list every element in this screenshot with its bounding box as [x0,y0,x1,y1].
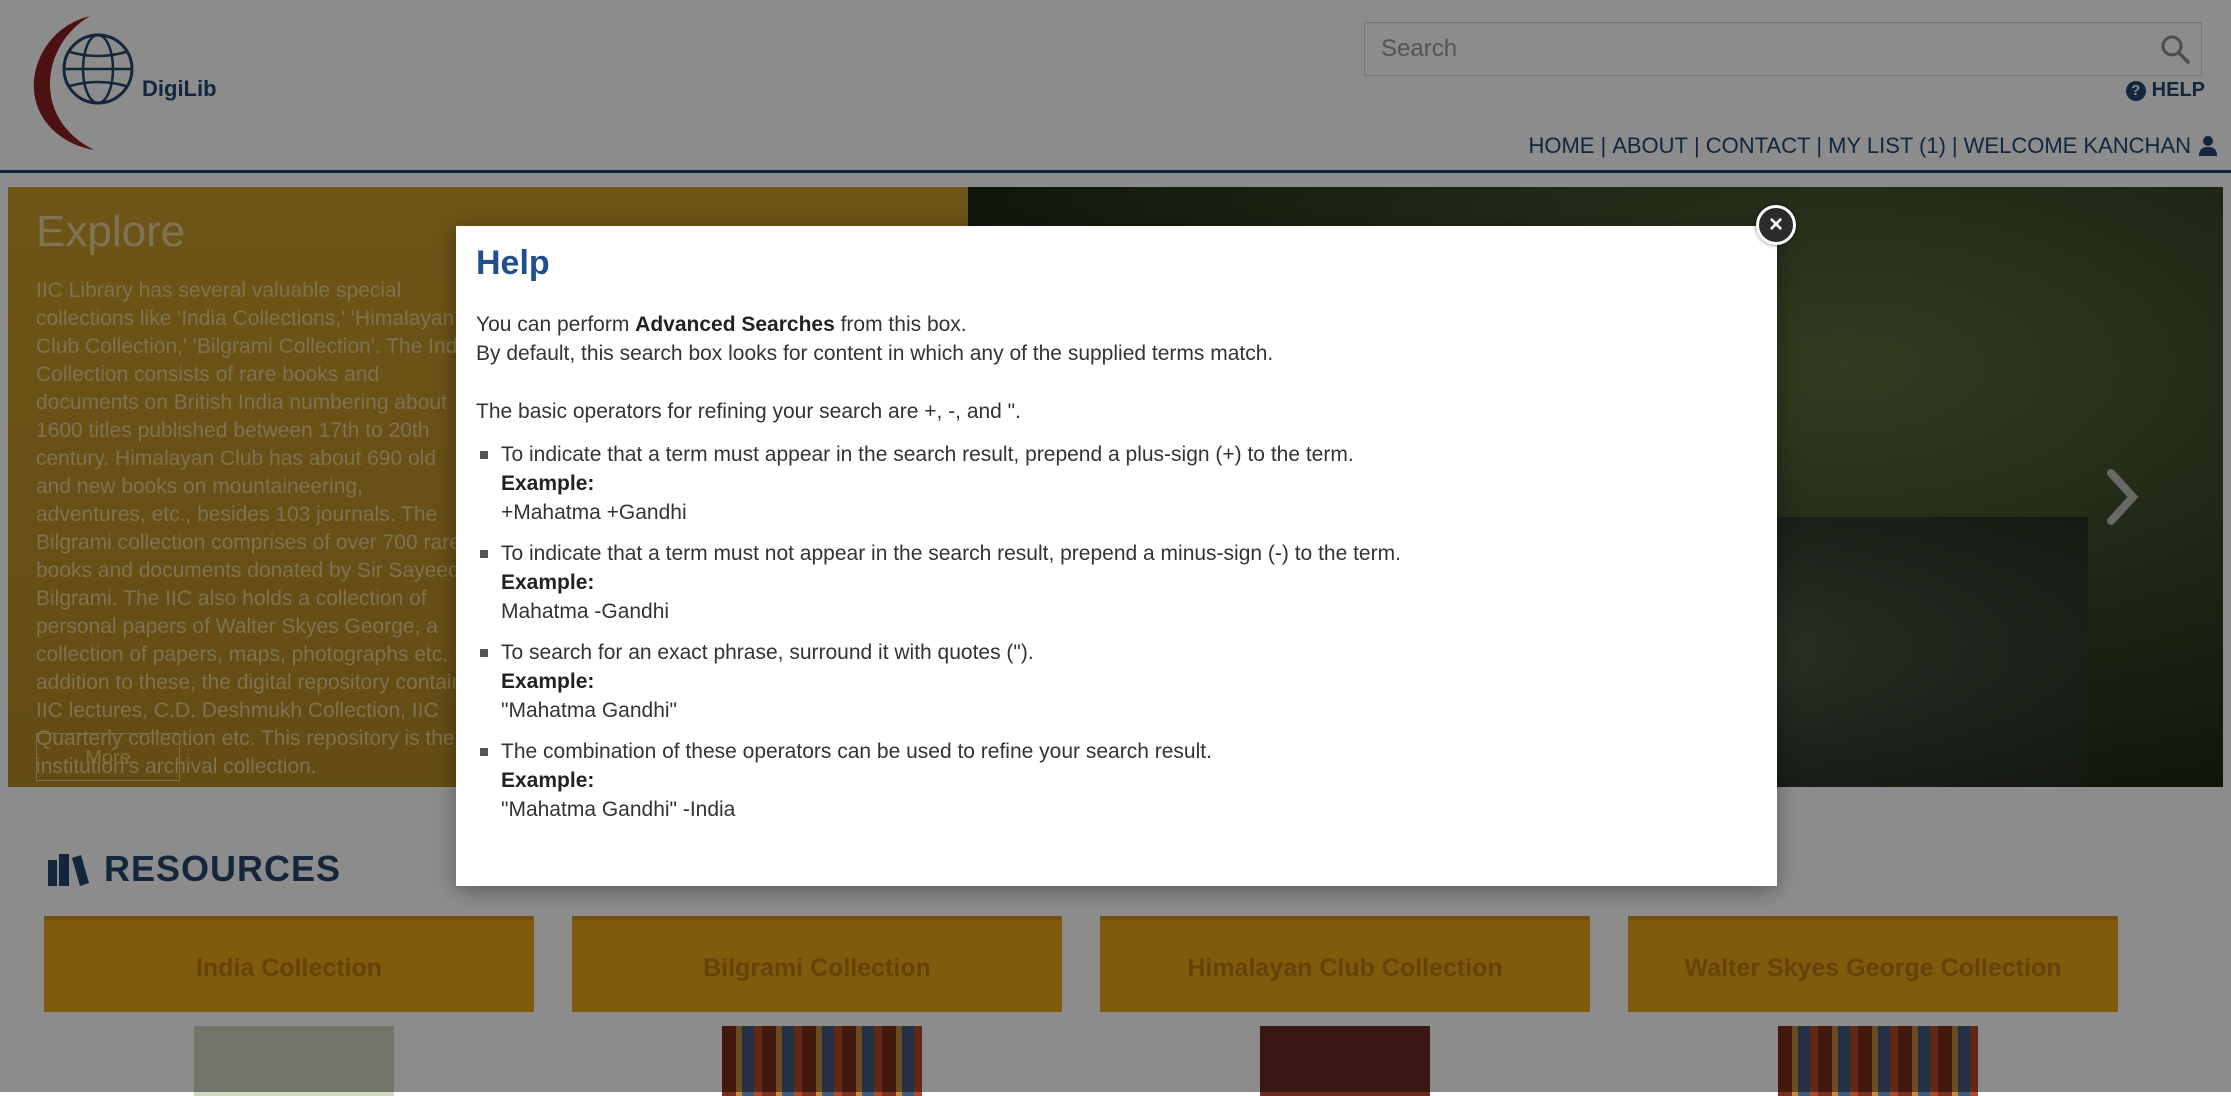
item-text: The combination of these operators can b… [501,740,1212,763]
help-modal: Help You can perform Advanced Searches f… [456,226,1777,886]
bullet-icon [480,451,488,459]
close-icon: × [1768,211,1783,238]
intro-prefix: You can perform [476,313,636,336]
example-label: Example: [501,670,595,693]
intro-suffix: from this box. [834,313,967,336]
example-label: Example: [501,769,595,792]
modal-title: Help [476,244,550,282]
intro-line: You can perform Advanced Searches from t… [476,310,1756,339]
item-text: To search for an exact phrase, surround … [501,641,1034,664]
list-item: To indicate that a term must not appear … [476,539,1756,626]
example-value: Mahatma -Gandhi [501,600,670,623]
example-value: "Mahatma Gandhi" -India [501,798,736,821]
list-item: The combination of these operators can b… [476,737,1756,824]
bullet-icon [480,649,488,657]
close-modal-button[interactable]: × [1756,205,1796,245]
operators-line: The basic operators for refining your se… [476,400,1021,423]
item-text: To indicate that a term must not appear … [501,542,1401,565]
modal-body: You can perform Advanced Searches from t… [476,310,1756,836]
list-item: To indicate that a term must appear in t… [476,440,1756,527]
example-value: +Mahatma +Gandhi [501,501,687,524]
operator-list: To indicate that a term must appear in t… [476,440,1756,824]
bullet-icon [480,748,488,756]
list-item: To search for an exact phrase, surround … [476,638,1756,725]
bullet-icon [480,550,488,558]
item-text: To indicate that a term must appear in t… [501,443,1354,466]
example-label: Example: [501,472,595,495]
intro-line-2: By default, this search box looks for co… [476,342,1274,365]
page: DigiLib ? HELP HOME | ABOUT | CONTACT | … [0,0,2231,1096]
example-value: "Mahatma Gandhi" [501,699,677,722]
intro-bold: Advanced Searches [635,313,835,336]
example-label: Example: [501,571,595,594]
